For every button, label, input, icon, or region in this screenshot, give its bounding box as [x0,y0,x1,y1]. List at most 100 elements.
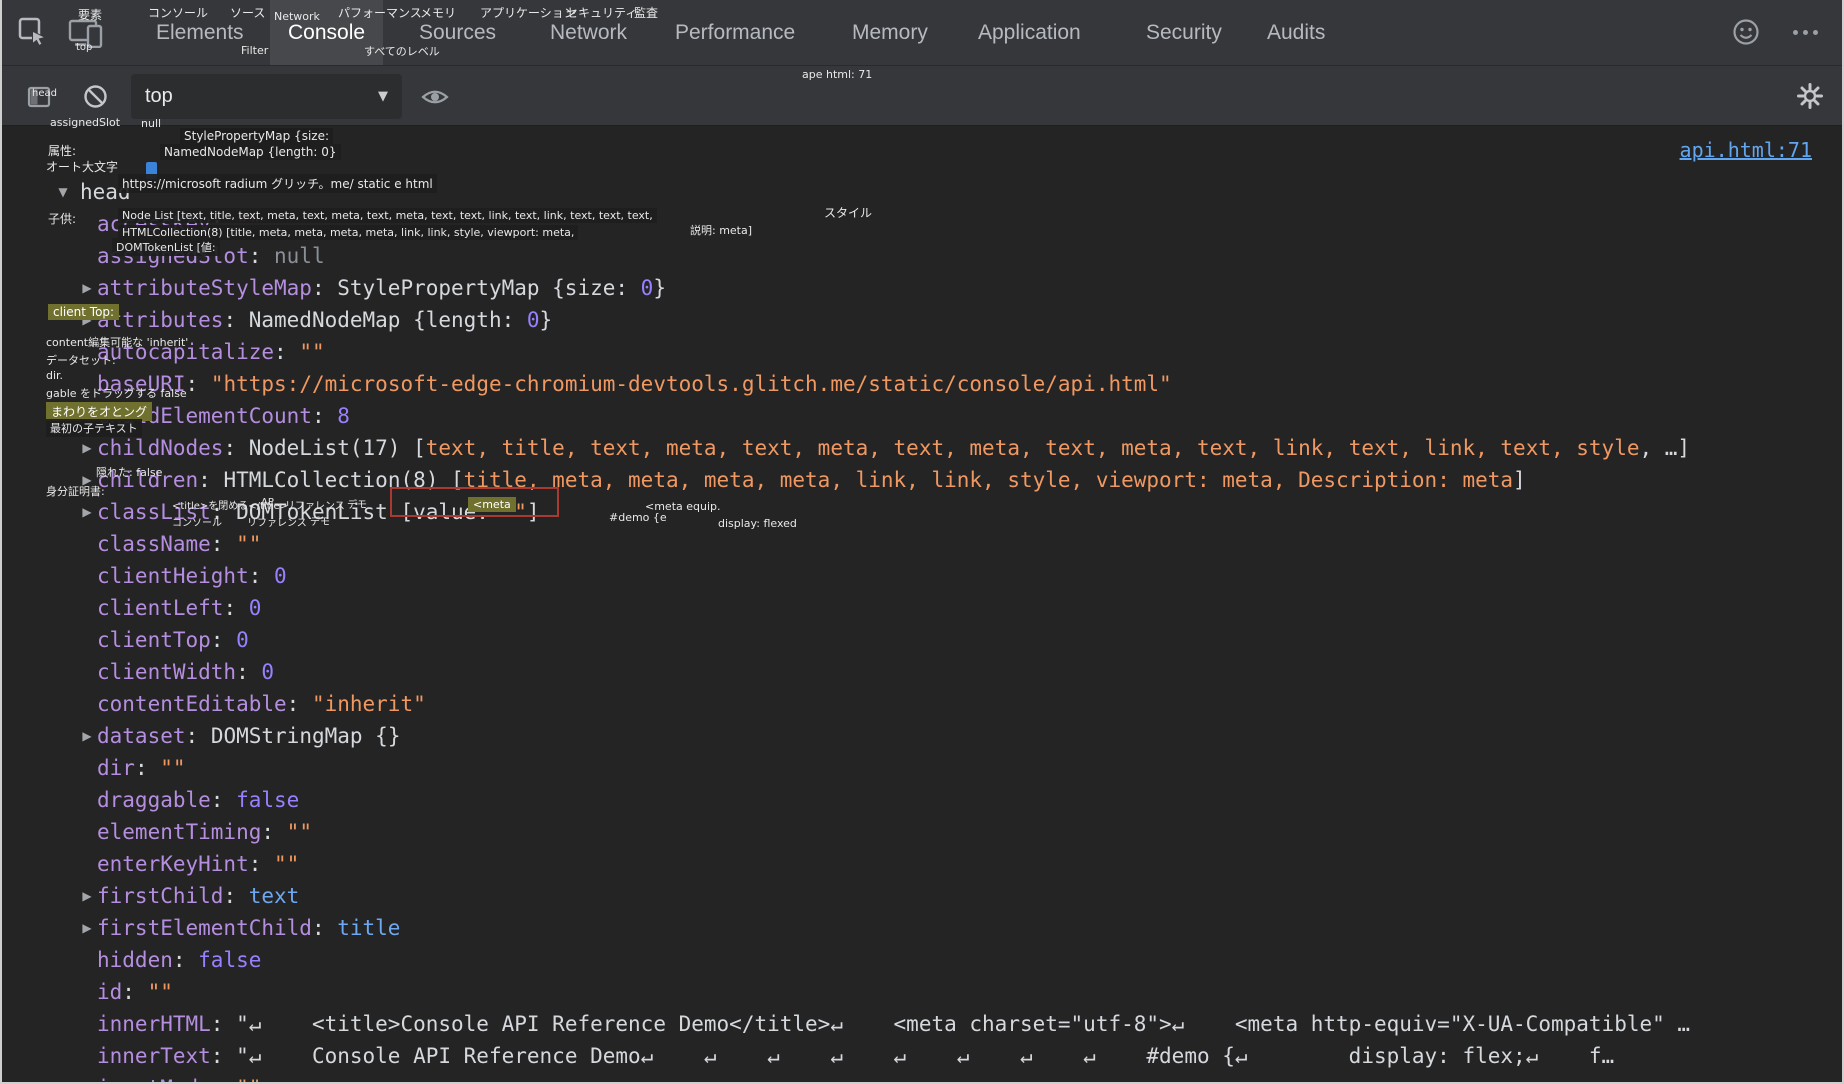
expand-triangle-icon[interactable]: ▶ [78,496,96,528]
translation-overlay: StylePropertyMap {size: [180,128,333,144]
property-value: "" [274,852,299,876]
property-name: inputMode [97,1076,211,1084]
property-value: "↵ <title>Console API Reference Demo</ti… [236,1012,1690,1036]
separator: : [122,980,147,1004]
tab-audits[interactable]: Audits [1267,0,1325,65]
console-lines: ▼headaccessKey: ""assignedSlot: null▶att… [2,176,1842,1084]
translation-overlay: Network [274,10,320,23]
separator: : [223,884,248,908]
translation-overlay: DOMTokenList [値: [112,238,220,256]
inspect-element-button[interactable] [17,16,49,53]
property-value[interactable]: text [249,884,300,908]
property-name: attributeStyleMap [97,276,312,300]
translation-overlay: セキュリティ [566,4,637,21]
property-value: "" [236,532,261,556]
property-value: 0 [236,628,249,652]
console-property-row: autocapitalize: "" [2,336,1842,368]
collapse-triangle-icon[interactable]: ▼ [54,176,72,208]
console-property-row: clientWidth: 0 [2,656,1842,688]
property-name: innerHTML [97,1012,211,1036]
translation-overlay: 身分証明書: [46,483,105,499]
ban-icon [82,83,109,110]
property-value[interactable]: title [337,916,400,940]
translation-overlay: head [32,88,57,99]
expand-triangle-icon[interactable]: ▶ [78,880,96,912]
translation-overlay: https://microsoft radium グリッチ。me/ static… [118,174,437,193]
console-property-row[interactable]: ▶firstElementChild: title [2,912,1842,944]
translation-overlay: コンソール [172,514,222,529]
separator: : [312,916,337,940]
separator: : [249,852,274,876]
property-name: clientLeft [97,596,223,620]
console-source-link[interactable]: api.html:71 [1680,138,1812,162]
settings-button[interactable] [1796,82,1824,115]
property-name: firstElementChild [97,916,312,940]
expand-triangle-icon[interactable]: ▶ [78,912,96,944]
clear-console-button[interactable] [82,83,109,115]
translation-overlay: メモリ [420,4,456,21]
property-value: "" [299,340,324,364]
translation-overlay: dir. [46,369,63,382]
property-value: "inherit" [312,692,426,716]
tab-application[interactable]: Application [978,0,1081,65]
property-name: className [97,532,211,556]
console-property-row: childElementCount: 8 [2,400,1842,432]
console-property-row[interactable]: ▶dataset: DOMStringMap {} [2,720,1842,752]
tab-security[interactable]: Security [1146,0,1222,65]
translation-overlay: 要素 [78,6,102,23]
translation-overlay: スタイル [824,204,872,221]
translation-overlay: すべてのレベル [364,43,440,59]
tab-memory[interactable]: Memory [852,0,928,65]
separator: : [211,788,236,812]
translation-overlay: ape html: 71 [802,68,872,81]
live-expression-button[interactable] [420,84,450,115]
separator: : [249,564,274,588]
translation-overlay: コンソール [148,4,208,21]
property-value: "" [148,980,173,1004]
property-value: "" [236,1076,261,1084]
property-name: clientTop [97,628,211,652]
console-output: api.html:71 ▼headaccessKey: ""assignedSl… [2,126,1842,1082]
expand-triangle-icon[interactable]: ▶ [78,720,96,752]
property-value: } [653,276,666,300]
translation-overlay: 最初の子テキスト [46,419,142,437]
eye-icon [420,84,450,110]
property-value: } [540,308,553,332]
inspect-cursor-icon [17,16,49,48]
console-property-row: inputMode: "" [2,1072,1842,1084]
separator: : [223,436,248,460]
console-property-row[interactable]: ▶childNodes: NodeList(17) [text, title, … [2,432,1842,464]
separator: : [186,372,211,396]
translation-overlay: gable をドラッグする false [46,385,187,401]
translation-overlay: リファレンス [285,497,345,512]
property-name: dir [97,756,135,780]
console-context-selector[interactable]: top ▼ [131,74,402,119]
translation-overlay: client Top: [48,304,119,320]
console-property-row: assignedSlot: null [2,240,1842,272]
console-property-row: innerText: "↵ Console API Reference Demo… [2,1040,1842,1072]
console-property-row: clientLeft: 0 [2,592,1842,624]
translation-overlay: 子供: [48,210,76,227]
translation-overlay: リファレンス [247,514,307,529]
console-property-row[interactable]: ▶attributeStyleMap: StylePropertyMap {si… [2,272,1842,304]
translation-highlight-box [390,487,559,517]
translation-overlay: null [141,117,161,130]
translation-overlay: データセット: [46,352,116,368]
property-name: enterKeyHint [97,852,249,876]
separator: : [211,628,236,652]
feedback-button[interactable] [1731,17,1761,52]
property-value: "" [287,820,312,844]
console-property-row[interactable]: ▶children: HTMLCollection(8) [title, met… [2,464,1842,496]
expand-triangle-icon[interactable]: ▶ [78,272,96,304]
console-property-row[interactable]: ▶attributes: NamedNodeMap {length: 0} [2,304,1842,336]
translation-overlay: NamedNodeMap {length: 0} [160,144,341,160]
overflow-menu-button[interactable] [1793,30,1818,35]
console-property-row[interactable]: ▶firstChild: text [2,880,1842,912]
translation-overlay: Filter [241,44,268,57]
console-property-row: hidden: false [2,944,1842,976]
property-value: , …] [1639,436,1690,460]
separator: : [261,820,286,844]
property-value: "↵ Console API Reference Demo↵ ↵ ↵ ↵ ↵ ↵… [236,1044,1614,1068]
tab-performance[interactable]: Performance [675,0,795,65]
console-property-row: enterKeyHint: "" [2,848,1842,880]
